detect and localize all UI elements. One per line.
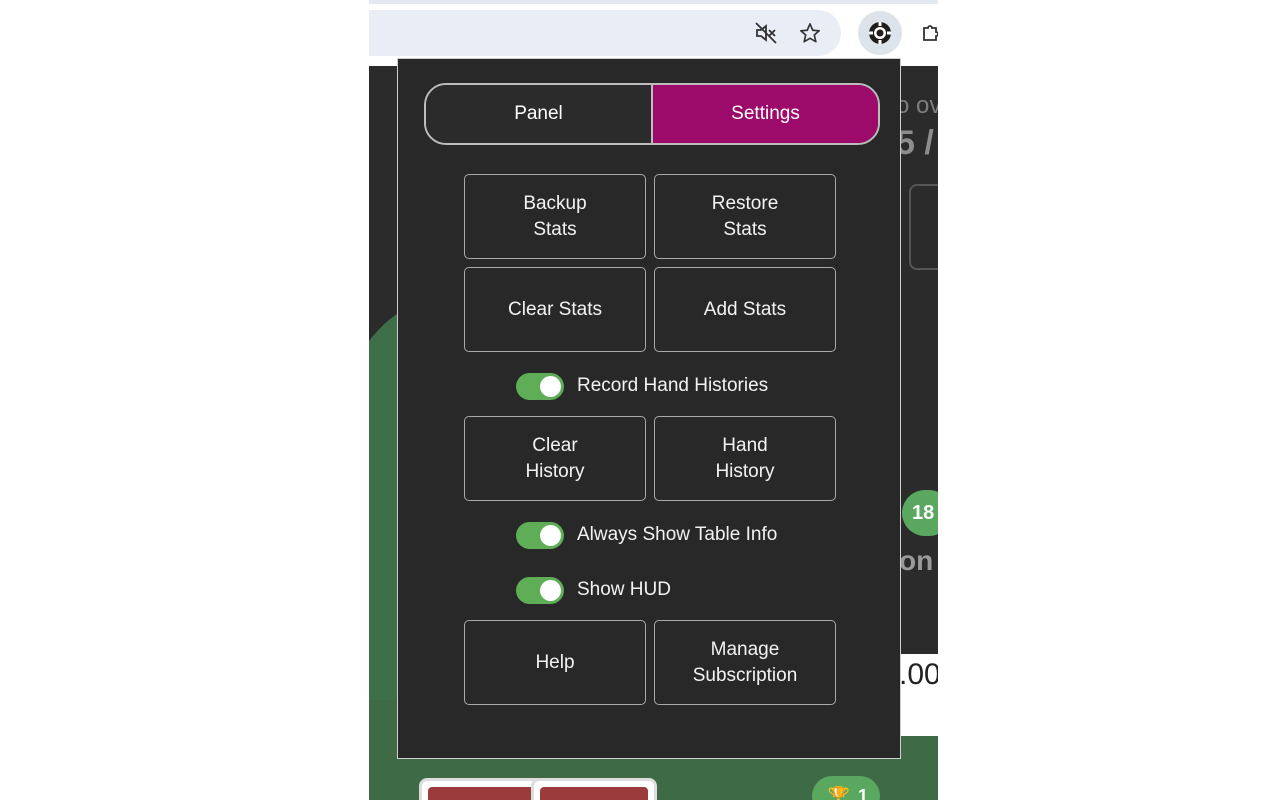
record-hand-histories-toggle[interactable] — [516, 372, 564, 400]
show-hud-label: Show HUD — [577, 579, 671, 600]
help-button[interactable]: Help — [464, 620, 646, 705]
show-hud-toggle[interactable] — [516, 576, 564, 604]
backup-stats-button[interactable]: Backup Stats — [464, 174, 646, 259]
tab-switcher: Panel Settings — [424, 83, 880, 145]
puzzle-icon[interactable] — [917, 18, 938, 48]
record-hand-histories-label: Record Hand Histories — [577, 375, 769, 396]
always-show-table-info-row: Always Show Table Info — [516, 520, 777, 550]
always-show-table-info-label: Always Show Table Info — [577, 524, 778, 545]
trophy-badge: 🏆 1 — [812, 776, 880, 800]
clear-history-button[interactable]: Clear History — [464, 416, 646, 501]
trophy-icon: 🏆 — [827, 785, 850, 800]
restore-stats-button[interactable]: Restore Stats — [654, 174, 836, 259]
mute-icon[interactable] — [751, 18, 781, 48]
star-icon[interactable] — [795, 18, 825, 48]
background-text: on — [899, 545, 934, 576]
background-text: .00 — [899, 658, 938, 691]
hand-history-button[interactable]: Hand History — [654, 416, 836, 501]
tab-panel[interactable]: Panel — [426, 85, 651, 143]
show-hud-row: Show HUD — [516, 575, 671, 605]
background-text: 5 / — [896, 124, 934, 162]
trophy-count: 1 — [857, 785, 868, 800]
always-show-table-info-toggle[interactable] — [516, 521, 564, 549]
playing-card — [531, 778, 657, 800]
clear-stats-button[interactable]: Clear Stats — [464, 267, 646, 352]
manage-subscription-button[interactable]: Manage Subscription — [654, 620, 836, 705]
record-hand-histories-row: Record Hand Histories — [516, 371, 768, 401]
background-box — [909, 184, 938, 270]
add-stats-button[interactable]: Add Stats — [654, 267, 836, 352]
poker-chip-extension-icon[interactable] — [858, 11, 902, 55]
extension-popup: Panel Settings Backup Stats Restore Stat… — [397, 58, 901, 759]
tab-settings[interactable]: Settings — [653, 85, 878, 143]
playing-card — [419, 778, 545, 800]
chrome-top-strip — [369, 0, 938, 4]
background-text: o ov — [896, 92, 938, 119]
